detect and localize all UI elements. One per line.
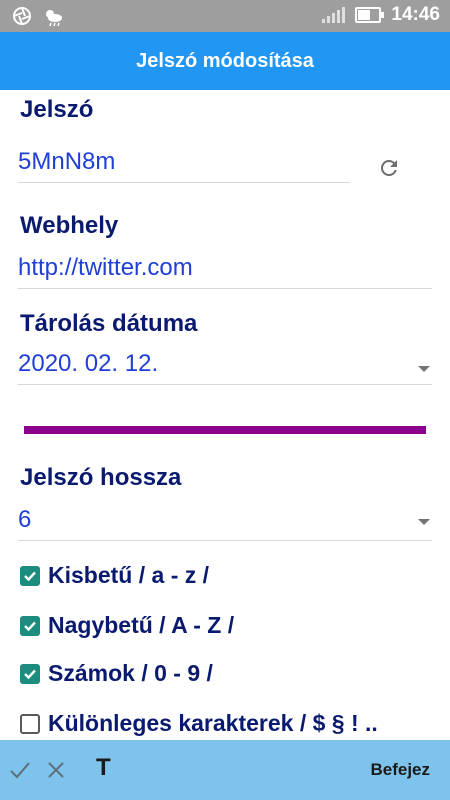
checkbox-checked-icon[interactable] <box>20 663 40 684</box>
password-input[interactable]: 5MnN8m <box>18 148 350 183</box>
close-icon[interactable] <box>44 758 68 782</box>
chevron-down-icon <box>418 519 430 525</box>
status-time: 14:46 <box>391 4 440 25</box>
done-button[interactable]: Befejez <box>370 760 430 780</box>
page-title: Jelszó módosítása <box>136 50 314 72</box>
chevron-down-icon <box>418 366 430 372</box>
refresh-icon[interactable] <box>377 156 401 180</box>
option-special-characters[interactable]: Különleges karakterek / $ § ! .. <box>20 710 378 737</box>
battery-icon <box>355 7 385 23</box>
status-bar: 14:46 <box>0 0 450 32</box>
bottom-toolbar: T Befejez <box>0 740 450 800</box>
storage-date-select[interactable]: 2020. 02. 12. <box>18 350 432 385</box>
text-format-button[interactable]: T <box>96 754 111 782</box>
password-length-select[interactable]: 6 <box>18 506 432 541</box>
option-label: Nagybetű / A - Z / <box>48 612 235 638</box>
storage-date-label: Tárolás dátuma <box>20 310 198 337</box>
password-strength-bar <box>24 426 426 434</box>
check-icon[interactable] <box>8 758 32 782</box>
option-lowercase[interactable]: Kisbetű / a - z / <box>20 562 209 589</box>
status-right-icons: 14:46 <box>322 4 440 26</box>
option-uppercase[interactable]: Nagybetű / A - Z / <box>20 612 234 639</box>
title-bar: Jelszó módosítása <box>0 32 450 90</box>
checkbox-checked-icon[interactable] <box>20 615 40 636</box>
status-left-icons <box>12 6 64 26</box>
password-label: Jelszó <box>20 96 94 123</box>
option-label: Különleges karakterek / $ § ! .. <box>48 710 378 736</box>
option-label: Kisbetű / a - z / <box>48 562 210 588</box>
website-input[interactable]: http://twitter.com <box>18 254 432 289</box>
signal-icon <box>322 7 346 23</box>
checkbox-unchecked-icon[interactable] <box>20 713 40 734</box>
weather-icon <box>46 10 62 26</box>
option-digits[interactable]: Számok / 0 - 9 / <box>20 660 213 687</box>
checkbox-checked-icon[interactable] <box>20 565 40 586</box>
website-label: Webhely <box>20 212 119 239</box>
password-length-label: Jelszó hossza <box>20 464 182 491</box>
aperture-icon <box>13 7 31 25</box>
option-label: Számok / 0 - 9 / <box>48 660 213 686</box>
